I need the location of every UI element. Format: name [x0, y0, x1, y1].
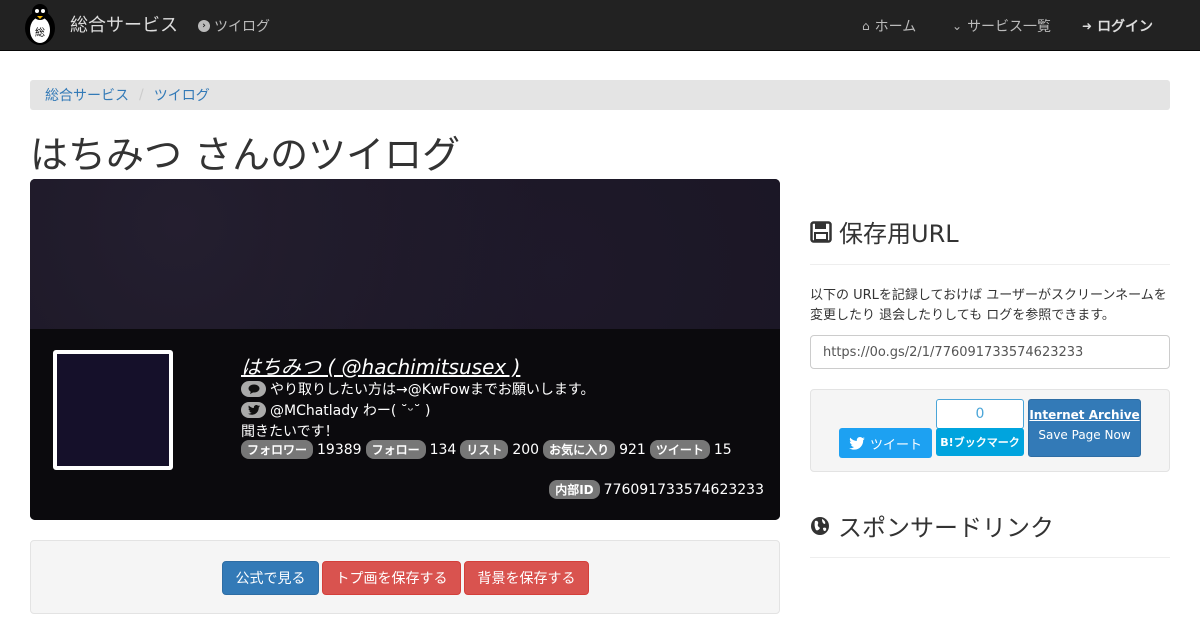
- hatena-bookmark-count: 0: [936, 399, 1024, 429]
- comment-icon: [241, 381, 266, 397]
- stat-value-tweets: 15: [713, 441, 732, 458]
- nav-home-link[interactable]: ⌂ ホーム: [862, 16, 916, 36]
- brand-link[interactable]: 総 総合サービス: [20, 2, 178, 46]
- sponsored-title: スポンサードリンク: [838, 514, 1054, 542]
- profile-actions: 公式で見る トプ画を保存する 背景を保存する: [30, 540, 780, 614]
- brand-text: 総合サービス: [70, 15, 178, 36]
- breadcrumb-separator: /: [139, 87, 144, 103]
- bio-line: @MChatlady わー( ˘ᵕ˘ ): [241, 400, 431, 420]
- nav-login-link[interactable]: ➜ ログイン: [1082, 16, 1153, 36]
- profile-banner: [30, 179, 780, 329]
- breadcrumb: 総合サービス / ツイログ: [30, 80, 1170, 110]
- bio-line: 聞きたいです！: [241, 421, 339, 441]
- bio-text-2: @MChatlady わー( ˘ᵕ˘ ): [270, 403, 431, 419]
- nav-login-label: ログイン: [1097, 19, 1154, 35]
- stat-value-favorites: 921: [619, 441, 646, 458]
- internet-archive-button[interactable]: Internet Archive Save Page Now: [1028, 399, 1141, 457]
- home-icon: ⌂: [862, 19, 870, 33]
- save-url-title: 保存用URL: [839, 220, 959, 248]
- top-navbar: 総 総合サービス › ツイログ ⌂ ホーム ⌄ サービス一覧 ➜ ログイン: [0, 0, 1200, 51]
- save-background-button[interactable]: 背景を保存する: [464, 561, 589, 595]
- tweet-label: ツイート: [869, 437, 922, 453]
- page-title: はちみつ さんのツイログ: [30, 133, 461, 177]
- stat-label-following: フォロー: [365, 440, 426, 459]
- share-panel: ツイート 0 B!ブックマーク Internet Archive Save Pa…: [810, 389, 1170, 472]
- nav-twilog-link[interactable]: › ツイログ: [198, 16, 270, 36]
- breadcrumb-twilog-link[interactable]: ツイログ: [154, 85, 210, 105]
- save-url-heading: 保存用URL: [810, 214, 959, 249]
- nav-twilog-label: ツイログ: [214, 19, 270, 35]
- hatena-bookmark-button[interactable]: B!ブックマーク: [936, 428, 1024, 456]
- bio-text-1: やり取りしたい方は→@KwFowまでお願いします。: [270, 382, 595, 398]
- sign-in-icon: ➜: [1082, 19, 1093, 33]
- stat-value-lists: 200: [512, 441, 540, 458]
- nav-home-label: ホーム: [874, 19, 917, 35]
- save-avatar-button[interactable]: トプ画を保存する: [322, 561, 461, 595]
- sponsored-heading: スポンサードリンク: [810, 508, 1054, 543]
- ia-title: Internet Archive: [1029, 408, 1140, 422]
- profile-stats: フォロワー 19389 フォロー 134 リスト 200 お気に入り 921 ツ…: [241, 440, 736, 459]
- chevron-down-icon: ⌄: [952, 19, 963, 33]
- penguin-logo-icon: 総: [25, 4, 55, 45]
- nav-services-dropdown[interactable]: ⌄ サービス一覧: [952, 16, 1051, 36]
- nav-services-label: サービス一覧: [967, 19, 1052, 35]
- twitter-icon: [849, 436, 865, 450]
- breadcrumb-home-link[interactable]: 総合サービス: [45, 85, 129, 105]
- internal-id-value: 776091733574623233: [603, 481, 764, 498]
- tweet-button[interactable]: ツイート: [839, 428, 932, 458]
- svg-text:総: 総: [35, 26, 45, 39]
- stat-value-followers: 19389: [317, 441, 362, 458]
- save-url-description: 以下の URLを記録しておけば ユーザーがスクリーンネームを変更したり 退会した…: [810, 288, 1167, 323]
- floppy-disk-icon: [810, 220, 832, 243]
- save-url-field[interactable]: https://0o.gs/2/1/776091733574623233: [810, 335, 1170, 369]
- divider: [810, 264, 1170, 265]
- stat-label-followers: フォロワー: [241, 440, 314, 459]
- avatar: [53, 350, 173, 470]
- ia-subtitle: Save Page Now: [1038, 428, 1131, 442]
- stat-value-following: 134: [429, 441, 457, 458]
- profile-name-link[interactable]: はちみつ ( @hachimitsusex ): [241, 351, 520, 380]
- globe-icon: [811, 516, 829, 535]
- bio-line: やり取りしたい方は→@KwFowまでお願いします。: [241, 379, 595, 399]
- stat-label-tweets: ツイート: [649, 440, 710, 459]
- chevron-circle-right-icon: ›: [198, 20, 210, 32]
- bio-text-3: 聞きたいです！: [241, 424, 339, 440]
- view-official-button[interactable]: 公式で見る: [222, 561, 319, 595]
- internal-id-label: 内部ID: [549, 480, 600, 499]
- stat-label-lists: リスト: [460, 440, 509, 459]
- internal-id: 内部ID 776091733574623233: [549, 480, 764, 499]
- twitter-icon: [241, 402, 266, 418]
- profile-card: はちみつ ( @hachimitsusex ) やり取りしたい方は→@KwFow…: [30, 179, 780, 520]
- stat-label-favorites: お気に入り: [543, 440, 616, 459]
- divider: [810, 557, 1170, 558]
